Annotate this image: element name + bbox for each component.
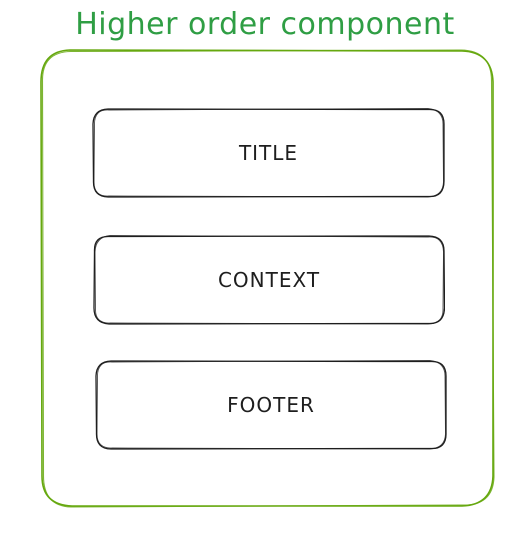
context-box: CONTEXT: [93, 235, 445, 325]
context-box-label: CONTEXT: [217, 268, 321, 292]
title-box-label: TITLE: [238, 141, 299, 165]
title-box: TITLE: [92, 108, 445, 198]
diagram-canvas: Higher order component TITLE CONTEXT FOO…: [0, 0, 530, 536]
footer-box: FOOTER: [95, 360, 447, 450]
footer-box-label: FOOTER: [227, 393, 315, 417]
